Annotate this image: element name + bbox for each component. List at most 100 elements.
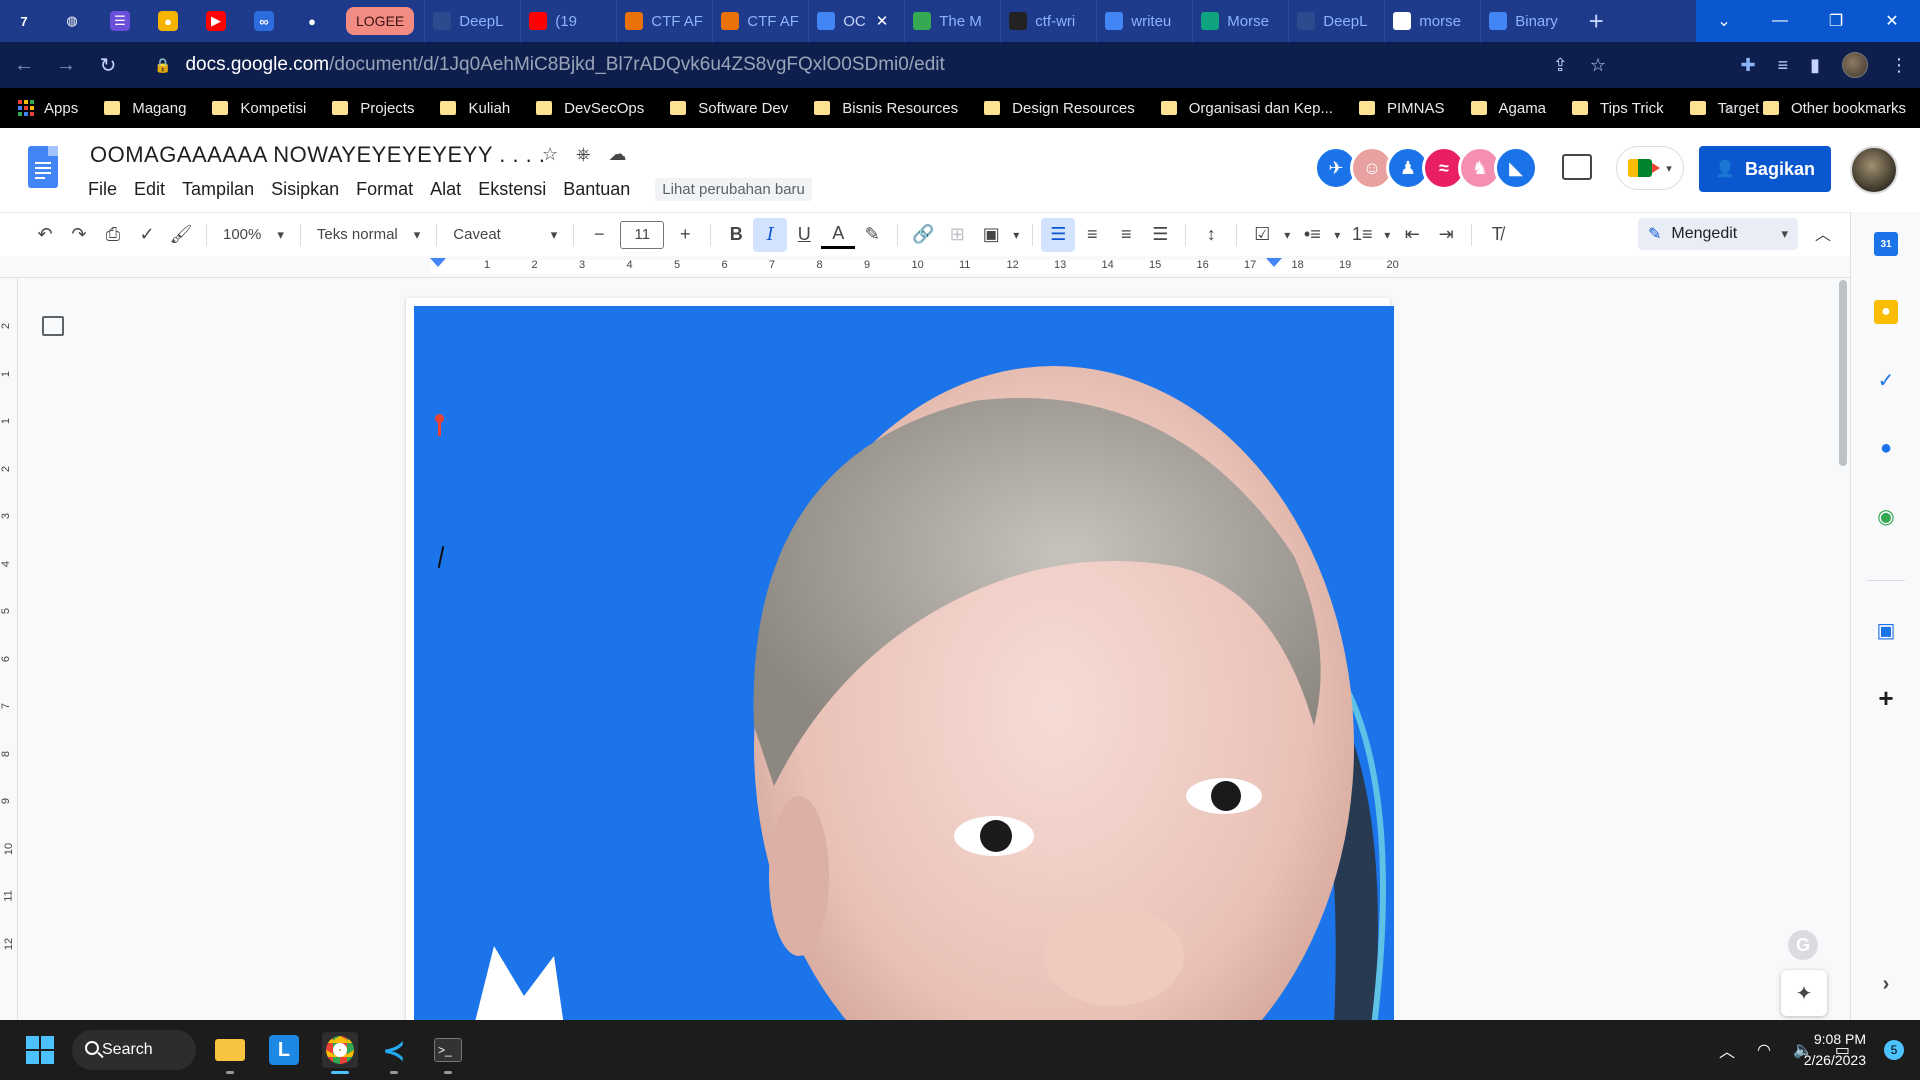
document-outline-icon[interactable]: [42, 316, 64, 336]
undo-icon[interactable]: ↶: [28, 218, 62, 252]
left-indent-marker[interactable]: [430, 258, 446, 267]
menu-extensions[interactable]: Ekstensi: [478, 179, 546, 200]
profile-avatar[interactable]: [1842, 52, 1868, 78]
checklist-icon[interactable]: ☑: [1245, 218, 1279, 252]
minimize-button[interactable]: —: [1752, 0, 1808, 42]
browser-tab[interactable]: Binary: [1480, 0, 1576, 42]
pinned-tab[interactable]: ☰: [96, 0, 144, 42]
meet-button[interactable]: ▾: [1616, 146, 1684, 190]
embedded-photo[interactable]: [414, 306, 1394, 1020]
bookmark-folder[interactable]: Design Resources: [984, 100, 1135, 117]
decrease-indent-icon[interactable]: ⇤: [1395, 218, 1429, 252]
see-new-changes-link[interactable]: Lihat perubahan baru: [655, 178, 812, 201]
justify-icon[interactable]: ☰: [1143, 218, 1177, 252]
docs-logo-icon[interactable]: [28, 146, 58, 188]
tab-search-icon[interactable]: ⌄: [1696, 0, 1752, 42]
horizontal-ruler[interactable]: 1 2 3 4 5 6 7 8 9 10 11 12 13 14 15 16 17 18 19 20: [0, 256, 1850, 278]
bookmark-star-icon[interactable]: ☆: [1590, 55, 1606, 76]
account-avatar[interactable]: [1850, 146, 1898, 194]
share-button[interactable]: 👤 Bagikan: [1699, 146, 1831, 192]
search-button[interactable]: Search: [72, 1030, 196, 1070]
decrease-font-size-button[interactable]: −: [582, 218, 616, 252]
new-tab-button[interactable]: +: [1576, 0, 1616, 42]
browser-tab[interactable]: The M: [904, 0, 1000, 42]
reload-button[interactable]: ↻: [90, 47, 126, 83]
restore-button[interactable]: ❐: [1808, 0, 1864, 42]
forward-button[interactable]: →: [48, 47, 84, 83]
numbered-list-dropdown-icon[interactable]: ▾: [1379, 218, 1395, 252]
url-bar[interactable]: 🔒 docs.google.com/document/d/1Jq0AehMiC8…: [138, 48, 1618, 82]
bookmark-apps[interactable]: Apps: [18, 100, 78, 117]
font-family-select[interactable]: Caveat: [445, 219, 565, 251]
bookmark-folder[interactable]: Kuliah: [440, 100, 510, 117]
bookmark-folder[interactable]: Kompetisi: [212, 100, 306, 117]
menu-file[interactable]: File: [88, 179, 117, 200]
add-comment-icon[interactable]: ⊞: [940, 218, 974, 252]
browser-tab[interactable]: DeepL: [424, 0, 520, 42]
paint-format-icon[interactable]: 🖌: [164, 218, 198, 252]
start-button[interactable]: [26, 1036, 54, 1064]
share-page-icon[interactable]: ⇪: [1553, 55, 1568, 76]
hide-menus-icon[interactable]: ︿: [1815, 221, 1831, 245]
cloud-saved-icon[interactable]: ☁: [609, 144, 627, 165]
align-right-icon[interactable]: ≡: [1109, 218, 1143, 252]
browser-tab[interactable]: DeepL: [1288, 0, 1384, 42]
align-center-icon[interactable]: ≡: [1075, 218, 1109, 252]
insert-image-icon[interactable]: ▣: [974, 218, 1008, 252]
reading-list-icon[interactable]: ≡: [1778, 55, 1789, 76]
italic-icon[interactable]: I: [753, 217, 788, 252]
checklist-dropdown-icon[interactable]: ▾: [1279, 218, 1295, 252]
bookmarks-overflow-button[interactable]: »: [1725, 100, 1733, 117]
grammarly-icon[interactable]: G: [1788, 930, 1818, 960]
extensions-icon[interactable]: ✚: [1740, 55, 1755, 76]
pinned-tab[interactable]: ▶: [192, 0, 240, 42]
browser-tab[interactable]: CTF AF: [712, 0, 808, 42]
bookmark-folder[interactable]: Organisasi dan Kep...: [1160, 100, 1333, 117]
side-panel-icon[interactable]: ▮: [1810, 55, 1820, 76]
highlight-icon[interactable]: ✎: [855, 218, 889, 252]
chrome-icon[interactable]: [322, 1032, 358, 1074]
bookmark-folder[interactable]: Tips Trick: [1572, 100, 1664, 117]
close-window-button[interactable]: ✕: [1864, 0, 1920, 42]
star-icon[interactable]: ☆: [542, 144, 558, 165]
clear-formatting-icon[interactable]: T̸: [1480, 218, 1514, 252]
comment-history-icon[interactable]: [1562, 154, 1592, 180]
maps-icon[interactable]: ◉: [1874, 504, 1898, 528]
zoom-select[interactable]: 100%: [215, 219, 292, 251]
back-button[interactable]: ←: [6, 47, 42, 83]
browser-tab[interactable]: ctf-wri: [1000, 0, 1096, 42]
vertical-ruler[interactable]: 2 1 1 2 3 4 5 6 7 8 9 10 11 12: [0, 278, 18, 1020]
bold-icon[interactable]: B: [719, 218, 753, 252]
insert-link-icon[interactable]: 🔗: [906, 218, 940, 252]
wifi-icon[interactable]: ◠: [1757, 1040, 1771, 1060]
increase-font-size-button[interactable]: +: [668, 218, 702, 252]
addon-icon[interactable]: ▣: [1874, 618, 1898, 642]
browser-tab[interactable]: Morse: [1192, 0, 1288, 42]
scrollbar-thumb[interactable]: [1839, 280, 1847, 466]
show-side-panel-icon[interactable]: ›: [1874, 972, 1898, 996]
line-spacing-icon[interactable]: ↕: [1194, 218, 1228, 252]
file-explorer-icon[interactable]: [212, 1032, 248, 1074]
pinned-tab[interactable]: ●: [288, 0, 336, 42]
chrome-menu-icon[interactable]: ⋮: [1890, 55, 1908, 76]
editing-mode-select[interactable]: ✎ Mengedit: [1638, 218, 1798, 250]
document-title[interactable]: OOMAGAAAAAA NOWAYEYEYEYEYY . . . .: [90, 142, 546, 168]
bookmark-folder[interactable]: Projects: [332, 100, 414, 117]
vertical-scrollbar[interactable]: [1836, 278, 1850, 1020]
notification-badge[interactable]: 5: [1884, 1040, 1904, 1060]
bookmark-folder[interactable]: Bisnis Resources: [814, 100, 958, 117]
numbered-list-icon[interactable]: 1≡: [1345, 218, 1379, 252]
tab-group-logee[interactable]: LOGEE: [346, 7, 415, 35]
image-dropdown-icon[interactable]: ▾: [1008, 218, 1024, 252]
pinned-tab[interactable]: ◍: [48, 0, 96, 42]
pinned-tab[interactable]: ●: [144, 0, 192, 42]
bulleted-list-icon[interactable]: •≡: [1295, 218, 1329, 252]
redo-icon[interactable]: ↷: [62, 218, 96, 252]
vscode-icon[interactable]: ≺: [376, 1032, 412, 1074]
menu-insert[interactable]: Sisipkan: [271, 179, 339, 200]
system-clock[interactable]: 9:08 PM 2/26/2023: [1804, 1029, 1866, 1071]
browser-tab[interactable]: morse: [1384, 0, 1480, 42]
bookmark-folder[interactable]: Magang: [104, 100, 186, 117]
menu-edit[interactable]: Edit: [134, 179, 165, 200]
spellcheck-icon[interactable]: ✓: [130, 218, 164, 252]
